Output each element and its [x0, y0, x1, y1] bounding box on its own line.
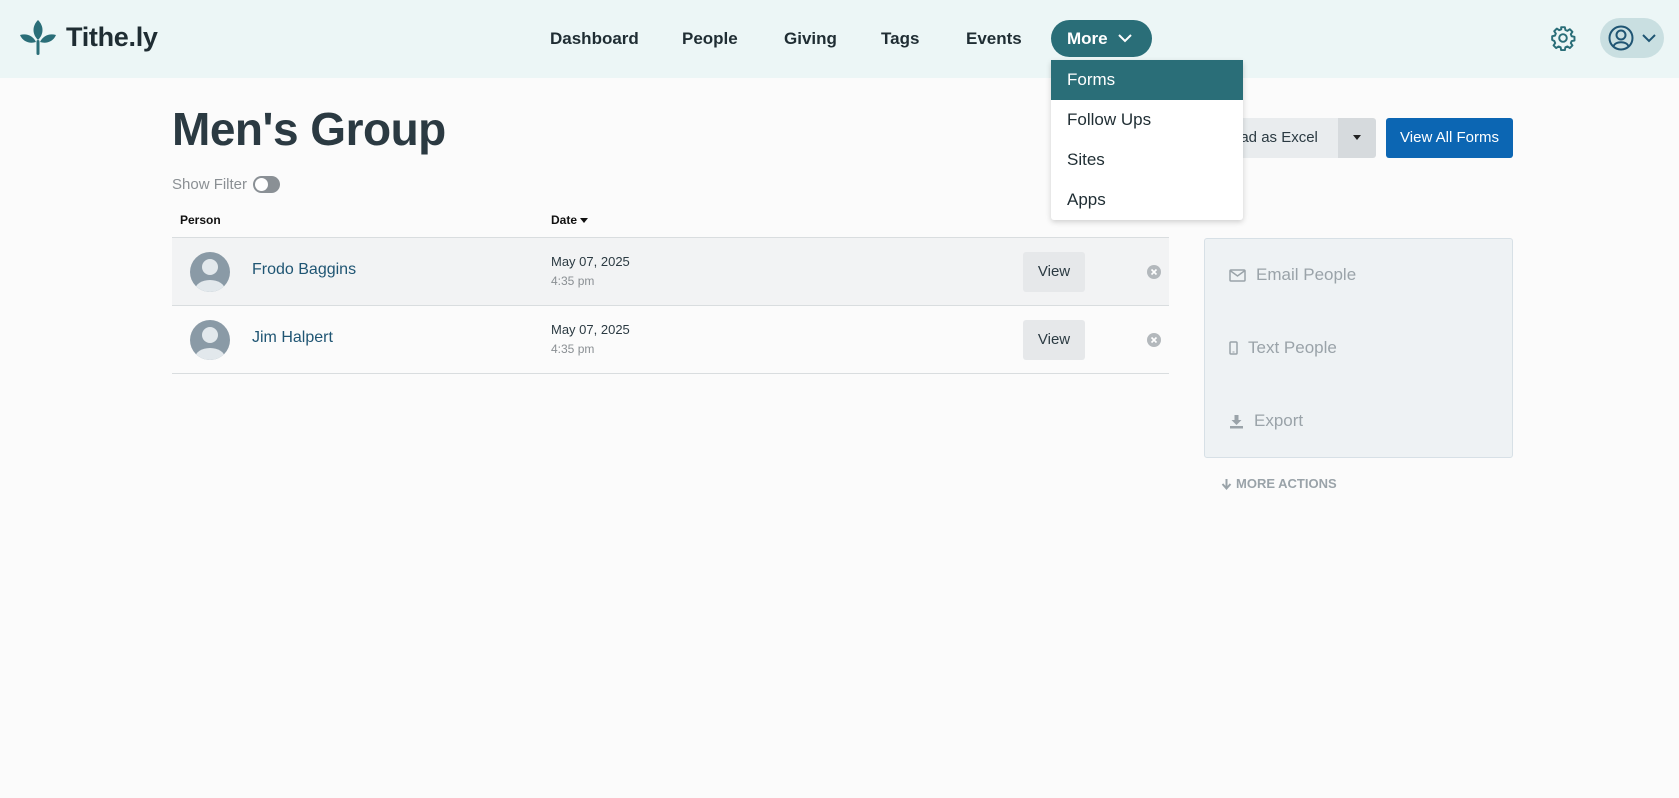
- menu-item-sites[interactable]: Sites: [1051, 140, 1243, 180]
- more-dropdown-menu: Forms Follow Ups Sites Apps: [1051, 60, 1243, 220]
- chevron-down-icon: [1642, 34, 1656, 43]
- page-title: Men's Group: [172, 103, 446, 155]
- column-header-date[interactable]: Date: [551, 213, 589, 227]
- submission-date: May 07, 2025: [551, 322, 630, 337]
- show-filter-toggle[interactable]: [253, 175, 281, 193]
- submission-time: 4:35 pm: [551, 274, 595, 288]
- user-circle-icon: [1608, 25, 1634, 51]
- submission-date: May 07, 2025: [551, 254, 630, 269]
- column-header-date-label: Date: [551, 213, 578, 227]
- person-name-link[interactable]: Jim Halpert: [252, 329, 333, 347]
- brand-logo[interactable]: Tithe.ly: [20, 18, 158, 56]
- column-header-person[interactable]: Person: [180, 213, 221, 227]
- view-button[interactable]: View: [1023, 320, 1085, 360]
- person-avatar-icon: [190, 320, 230, 360]
- more-actions-label: MORE ACTIONS: [1236, 476, 1337, 491]
- download-options-toggle[interactable]: [1338, 118, 1376, 158]
- export-action[interactable]: Export: [1229, 410, 1303, 432]
- account-menu-button[interactable]: [1600, 18, 1664, 58]
- nav-tags[interactable]: Tags: [881, 20, 919, 57]
- show-filter-label: Show Filter: [172, 175, 248, 193]
- export-label: Export: [1254, 411, 1304, 430]
- person-avatar-icon: [190, 252, 230, 292]
- close-circle-icon[interactable]: [1147, 265, 1161, 279]
- text-people-label: Text People: [1248, 338, 1337, 357]
- top-navbar: Tithe.ly Dashboard People Giving Tags Ev…: [0, 0, 1679, 78]
- envelope-icon: [1229, 268, 1246, 282]
- close-circle-icon[interactable]: [1147, 333, 1161, 347]
- gear-icon[interactable]: [1550, 25, 1576, 51]
- download-icon: [1230, 414, 1243, 428]
- menu-item-follow-ups[interactable]: Follow Ups: [1051, 100, 1243, 140]
- view-all-forms-button[interactable]: View All Forms: [1386, 118, 1513, 158]
- more-actions-link[interactable]: MORE ACTIONS: [1221, 476, 1337, 491]
- nav-people[interactable]: People: [682, 20, 738, 57]
- chevron-down-icon: [1118, 34, 1132, 43]
- table-row: Frodo Baggins May 07, 2025 4:35 pm View: [172, 238, 1169, 306]
- show-filter-row: Show Filter: [172, 175, 281, 193]
- arrow-down-icon: [1221, 478, 1232, 490]
- menu-item-forms[interactable]: Forms: [1051, 60, 1243, 100]
- email-people-action[interactable]: Email People: [1229, 264, 1356, 286]
- bulk-actions-panel: Email People Text People Export: [1204, 238, 1513, 458]
- nav-more-label: More: [1067, 29, 1108, 48]
- download-excel-button[interactable]: oad as Excel: [1228, 118, 1338, 158]
- email-people-label: Email People: [1256, 265, 1357, 284]
- mobile-phone-icon: [1229, 341, 1238, 355]
- table-row: Jim Halpert May 07, 2025 4:35 pm View: [172, 306, 1169, 374]
- brand-name: Tithe.ly: [66, 21, 158, 52]
- sort-desc-icon: [580, 218, 589, 224]
- text-people-action[interactable]: Text People: [1229, 337, 1337, 359]
- menu-item-apps[interactable]: Apps: [1051, 180, 1243, 220]
- submission-time: 4:35 pm: [551, 342, 595, 356]
- person-name-link[interactable]: Frodo Baggins: [252, 261, 356, 279]
- nav-giving[interactable]: Giving: [784, 20, 837, 57]
- view-button[interactable]: View: [1023, 252, 1085, 292]
- nav-events[interactable]: Events: [966, 20, 1022, 57]
- nav-dashboard[interactable]: Dashboard: [550, 20, 639, 57]
- leaf-logo-icon: [20, 20, 56, 55]
- nav-more-button[interactable]: More: [1051, 20, 1152, 57]
